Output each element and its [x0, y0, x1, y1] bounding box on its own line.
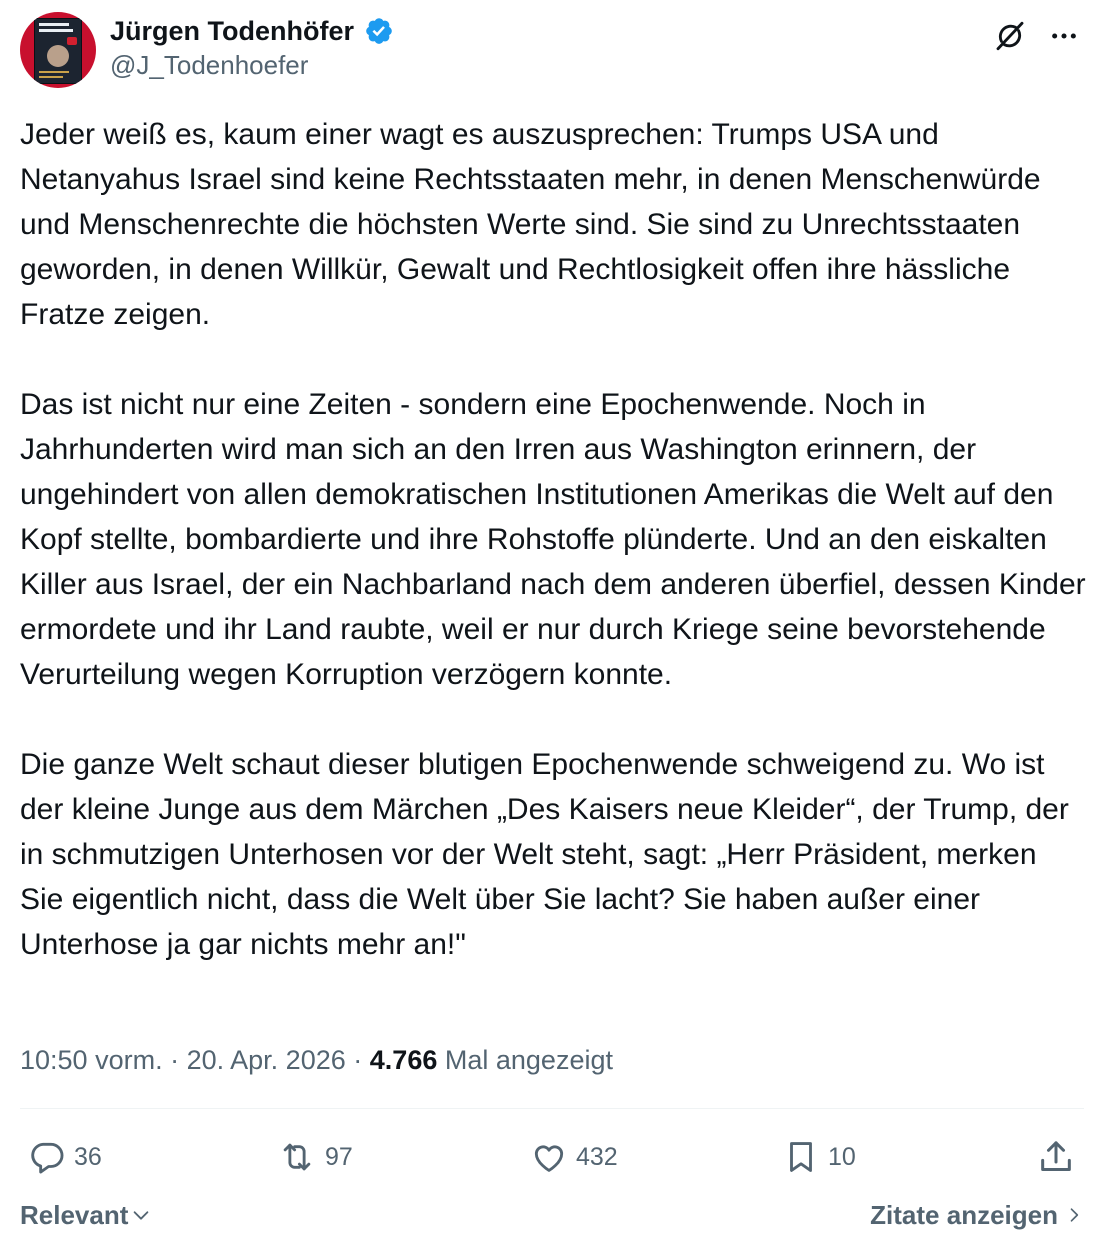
avatar-book-image: [34, 18, 82, 84]
verified-badge-icon[interactable]: [364, 16, 394, 46]
repost-icon: [283, 1143, 311, 1171]
tweet-time[interactable]: 10:50 vorm.: [20, 1045, 163, 1075]
tweet-text: Jeder weiß es, kaum einer wagt es auszus…: [20, 118, 1086, 961]
chevron-right-icon: [1070, 1208, 1079, 1222]
share-button[interactable]: [1036, 1130, 1076, 1184]
quotes-label: Zitate anzeigen: [870, 1200, 1058, 1230]
bookmark-button[interactable]: 10: [782, 1130, 856, 1184]
header-actions: [990, 16, 1084, 56]
reply-footer: Relevant Zitate anzeigen: [20, 1195, 1084, 1235]
avatar[interactable]: [20, 12, 96, 88]
reply-icon: [31, 1142, 64, 1174]
bookmark-count: 10: [828, 1142, 856, 1171]
more-icon[interactable]: [1044, 16, 1084, 56]
author-info: Jürgen Todenhöfer @J_Todenhoefer: [110, 14, 394, 82]
chevron-down-icon: [134, 1211, 149, 1220]
action-bar: 36 97 432 10: [20, 1130, 1084, 1184]
heart-icon: [534, 1145, 564, 1172]
reply-button[interactable]: 36: [28, 1130, 102, 1184]
tweet-date[interactable]: 20. Apr. 2026: [187, 1045, 346, 1075]
reply-count: 36: [74, 1142, 102, 1171]
like-button[interactable]: 432: [530, 1130, 618, 1184]
meta-separator: ·: [353, 1045, 363, 1075]
like-count: 432: [576, 1142, 618, 1171]
share-icon: [1041, 1141, 1071, 1171]
sort-label: Relevant: [20, 1200, 129, 1230]
tweet-meta: 10:50 vorm. · 20. Apr. 2026 · 4.766 Mal …: [20, 1040, 613, 1080]
repost-button[interactable]: 97: [277, 1130, 353, 1184]
divider: [20, 1108, 1084, 1109]
grok-icon[interactable]: [990, 16, 1030, 56]
repost-count: 97: [325, 1142, 353, 1171]
bookmark-icon: [790, 1142, 812, 1172]
meta-separator: ·: [170, 1045, 180, 1075]
author-handle[interactable]: @J_Todenhoefer: [110, 48, 394, 82]
view-count-label: Mal angezeigt: [444, 1045, 613, 1075]
view-quotes-link[interactable]: Zitate anzeigen: [870, 1195, 1084, 1235]
tweet-detail: Jürgen Todenhöfer @J_Todenhoefer Jeder w…: [0, 0, 1104, 1245]
author-display-name[interactable]: Jürgen Todenhöfer: [110, 14, 354, 48]
tweet-header: Jürgen Todenhöfer @J_Todenhoefer: [20, 12, 1084, 92]
view-count: 4.766: [369, 1045, 438, 1075]
sort-dropdown[interactable]: Relevant: [20, 1195, 152, 1235]
